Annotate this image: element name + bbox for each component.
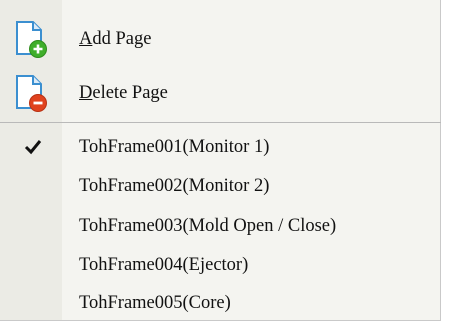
page-item-label: TohFrame003(Mold Open / Close) — [79, 215, 337, 236]
add-page-icon — [16, 21, 47, 58]
page-item-label: TohFrame002(Monitor 2) — [79, 175, 270, 196]
page-item-tohframe004[interactable]: TohFrame004(Ejector) — [0, 246, 441, 284]
page-item-tohframe001[interactable]: TohFrame001(Monitor 1) — [0, 128, 441, 166]
page-item-tohframe002[interactable]: TohFrame002(Monitor 2) — [0, 167, 441, 205]
context-menu: Add Page Delete Page TohFrame001(Monitor… — [0, 0, 441, 321]
page-item-label: TohFrame001(Monitor 1) — [79, 136, 270, 157]
delete-page-label: Delete Page — [79, 82, 168, 103]
page-item-label: TohFrame005(Core) — [79, 292, 231, 313]
add-page-menu-item[interactable]: Add Page — [0, 18, 441, 60]
page-item-label: TohFrame004(Ejector) — [79, 254, 249, 275]
page-item-tohframe003[interactable]: TohFrame003(Mold Open / Close) — [0, 207, 441, 245]
delete-page-icon — [16, 75, 47, 112]
delete-page-menu-item[interactable]: Delete Page — [0, 72, 441, 114]
add-page-label: Add Page — [79, 28, 152, 49]
page-item-tohframe005[interactable]: TohFrame005(Core) — [0, 285, 441, 321]
menu-separator — [0, 122, 441, 123]
checkmark-icon — [24, 140, 42, 155]
